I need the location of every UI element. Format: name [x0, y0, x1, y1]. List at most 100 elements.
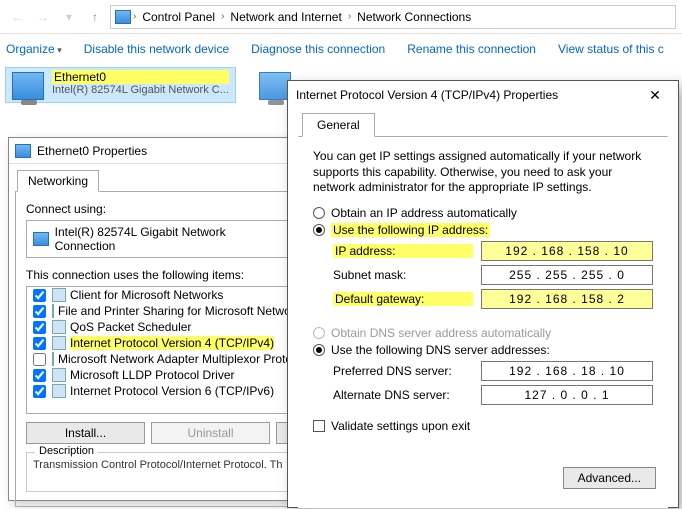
- protocol-label: Internet Protocol Version 6 (TCP/IPv6): [70, 384, 274, 398]
- protocol-item[interactable]: Microsoft Network Adapter Multiplexor Pr…: [27, 351, 289, 367]
- protocol-label: Client for Microsoft Networks: [70, 288, 223, 302]
- description-text: Transmission Control Protocol/Internet P…: [33, 459, 283, 471]
- connection-adapter: Intel(R) 82574L Gigabit Network C...: [52, 84, 229, 96]
- preferred-dns-row: Preferred DNS server: 192 . 168 . 18 . 1…: [333, 361, 653, 381]
- tab-networking[interactable]: Networking: [17, 170, 99, 192]
- intro-text: You can get IP settings assigned automat…: [313, 149, 653, 196]
- protocol-item[interactable]: Client for Microsoft Networks: [27, 287, 289, 303]
- disable-device-button[interactable]: Disable this network device: [84, 42, 229, 56]
- network-adapter-icon: [33, 232, 49, 246]
- protocol-item[interactable]: Microsoft LLDP Protocol Driver: [27, 367, 289, 383]
- ip-address-input[interactable]: 192 . 168 . 158 . 10: [481, 241, 653, 261]
- crumb-control-panel[interactable]: Control Panel: [138, 8, 219, 26]
- validate-settings-checkbox[interactable]: Validate settings upon exit: [313, 419, 653, 433]
- checkbox[interactable]: [33, 305, 46, 318]
- crumb-network-connections[interactable]: Network Connections: [353, 8, 475, 26]
- alternate-dns-input[interactable]: 127 . 0 . 0 . 1: [481, 385, 653, 405]
- radio-icon: [313, 327, 325, 339]
- default-gateway-row: Default gateway: 192 . 168 . 158 . 2: [333, 289, 653, 309]
- checkbox[interactable]: [33, 337, 46, 350]
- radio-use-following-ip[interactable]: Use the following IP address:: [313, 223, 653, 237]
- subnet-mask-input[interactable]: 255 . 255 . 255 . 0: [481, 265, 653, 285]
- protocol-icon: [52, 352, 54, 366]
- radio-obtain-ip-auto[interactable]: Obtain an IP address automatically: [313, 206, 653, 220]
- description-group: Description Transmission Control Protoco…: [26, 452, 290, 492]
- install-button[interactable]: Install...: [26, 422, 145, 444]
- command-bar: Organize Disable this network device Dia…: [0, 34, 682, 64]
- address-bar: ← → ▾ ↑ › Control Panel › Network and In…: [0, 0, 682, 34]
- ipv4-properties-window: Internet Protocol Version 4 (TCP/IPv4) P…: [287, 80, 679, 508]
- close-icon[interactable]: ✕: [640, 87, 670, 104]
- radio-use-following-dns[interactable]: Use the following DNS server addresses:: [313, 343, 653, 357]
- window-title: Internet Protocol Version 4 (TCP/IPv4) P…: [296, 88, 558, 102]
- ethernet0-properties-window: Ethernet0 Properties Networking Connect …: [8, 137, 308, 501]
- subnet-mask-row: Subnet mask: 255 . 255 . 255 . 0: [333, 265, 653, 285]
- window-title: Ethernet0 Properties: [37, 144, 147, 158]
- default-gateway-input[interactable]: 192 . 168 . 158 . 2: [481, 289, 653, 309]
- network-adapter-icon: [12, 72, 44, 100]
- protocol-icon: [52, 304, 54, 318]
- window-titlebar[interactable]: Ethernet0 Properties: [9, 138, 307, 164]
- connection-item-ethernet0[interactable]: Ethernet0 Intel(R) 82574L Gigabit Networ…: [6, 68, 235, 102]
- protocol-item[interactable]: Internet Protocol Version 4 (TCP/IPv4): [27, 335, 289, 351]
- breadcrumb[interactable]: › Control Panel › Network and Internet ›…: [110, 5, 676, 29]
- ip-address-row: IP address: 192 . 168 . 158 . 10: [333, 241, 653, 261]
- rename-button[interactable]: Rename this connection: [407, 42, 536, 56]
- subnet-mask-label: Subnet mask:: [333, 268, 473, 282]
- chevron-right-icon: ›: [348, 11, 351, 22]
- alternate-dns-row: Alternate DNS server: 127 . 0 . 0 . 1: [333, 385, 653, 405]
- network-icon: [15, 144, 31, 158]
- uninstall-button: Uninstall: [151, 422, 270, 444]
- nav-forward-icon[interactable]: →: [32, 6, 54, 28]
- protocol-label: Microsoft Network Adapter Multiplexor Pr…: [58, 352, 290, 366]
- protocol-icon: [52, 320, 66, 334]
- view-status-button[interactable]: View status of this c: [558, 42, 664, 56]
- checkbox[interactable]: [33, 385, 46, 398]
- protocol-label: QoS Packet Scheduler: [70, 320, 191, 334]
- adapter-name: Intel(R) 82574L Gigabit Network Connecti…: [55, 225, 283, 253]
- items-label: This connection uses the following items…: [26, 268, 290, 282]
- connection-name: Ethernet0: [52, 70, 229, 84]
- tab-general[interactable]: General: [302, 113, 375, 137]
- crumb-network-internet[interactable]: Network and Internet: [226, 8, 345, 26]
- checkbox-icon: [313, 420, 325, 432]
- checkbox[interactable]: [33, 353, 46, 366]
- diagnose-button[interactable]: Diagnose this connection: [251, 42, 385, 56]
- protocol-label: Microsoft LLDP Protocol Driver: [70, 368, 235, 382]
- networking-panel: Connect using: Intel(R) 82574L Gigabit N…: [15, 191, 301, 507]
- preferred-dns-input[interactable]: 192 . 168 . 18 . 10: [481, 361, 653, 381]
- protocol-label: File and Printer Sharing for Microsoft N…: [58, 304, 290, 318]
- radio-icon: [313, 224, 325, 236]
- radio-obtain-dns-auto: Obtain DNS server address automatically: [313, 326, 653, 340]
- pc-icon: [115, 10, 131, 24]
- checkbox[interactable]: [33, 369, 46, 382]
- protocol-icon: [52, 336, 66, 350]
- checkbox[interactable]: [33, 321, 46, 334]
- organize-menu[interactable]: Organize: [6, 42, 62, 56]
- protocol-icon: [52, 368, 66, 382]
- connect-using-label: Connect using:: [26, 202, 290, 216]
- default-gateway-label: Default gateway:: [333, 292, 473, 306]
- chevron-right-icon: ›: [133, 11, 136, 22]
- preferred-dns-label: Preferred DNS server:: [333, 364, 473, 378]
- adapter-field[interactable]: Intel(R) 82574L Gigabit Network Connecti…: [26, 220, 290, 258]
- protocol-icon: [52, 384, 66, 398]
- protocol-item[interactable]: Internet Protocol Version 6 (TCP/IPv6): [27, 383, 289, 399]
- nav-up-icon[interactable]: ↑: [84, 6, 106, 28]
- advanced-button[interactable]: Advanced...: [563, 467, 656, 489]
- alternate-dns-label: Alternate DNS server:: [333, 388, 473, 402]
- checkbox[interactable]: [33, 289, 46, 302]
- description-label: Description: [35, 445, 98, 457]
- protocol-list[interactable]: Client for Microsoft Networks File and Pr…: [26, 286, 290, 414]
- protocol-item[interactable]: QoS Packet Scheduler: [27, 319, 289, 335]
- protocol-label: Internet Protocol Version 4 (TCP/IPv4): [70, 336, 274, 350]
- ip-address-label: IP address:: [333, 244, 473, 258]
- general-panel: You can get IP settings assigned automat…: [298, 136, 668, 508]
- chevron-right-icon: ›: [221, 11, 224, 22]
- protocol-icon: [52, 288, 66, 302]
- protocol-item[interactable]: File and Printer Sharing for Microsoft N…: [27, 303, 289, 319]
- nav-back-icon[interactable]: ←: [6, 6, 28, 28]
- radio-icon: [313, 344, 325, 356]
- window-titlebar[interactable]: Internet Protocol Version 4 (TCP/IPv4) P…: [288, 81, 678, 109]
- nav-history-icon[interactable]: ▾: [58, 6, 80, 28]
